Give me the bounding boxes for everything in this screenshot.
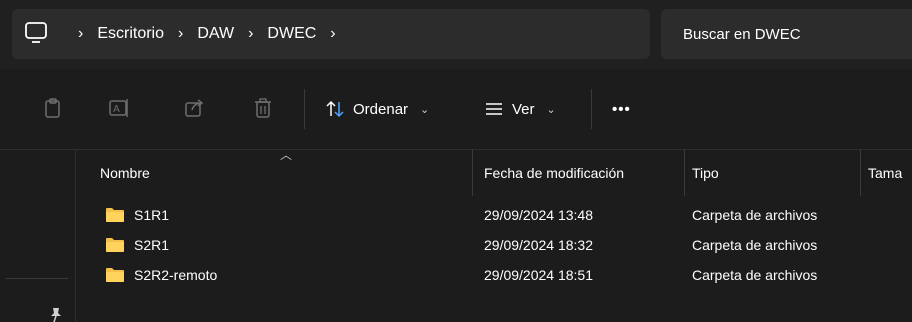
- toolbar-divider: [591, 89, 592, 129]
- svg-text:A: A: [113, 104, 120, 115]
- file-list: ︿ Nombre Fecha de modificación Tipo Tama…: [76, 148, 912, 322]
- delete-icon[interactable]: [252, 97, 274, 119]
- view-label: Ver: [512, 100, 535, 118]
- nav-divider: [6, 278, 68, 279]
- sort-icon: [326, 100, 344, 118]
- breadcrumb-item[interactable]: DAW: [185, 25, 246, 43]
- more-options-button[interactable]: •••: [612, 94, 631, 124]
- search-input[interactable]: Buscar en DWEC: [661, 9, 912, 59]
- column-header-row: ︿ Nombre Fecha de modificación Tipo Tama: [76, 148, 912, 196]
- column-separator[interactable]: [472, 150, 473, 196]
- item-name: S2R2-remoto: [134, 267, 218, 283]
- item-type: Carpeta de archivos: [692, 237, 818, 253]
- command-bar: A Ordenar ⌄ Ver ⌄ •••: [0, 69, 912, 150]
- share-icon[interactable]: [183, 97, 205, 119]
- folder-icon: [106, 208, 124, 222]
- pin-icon[interactable]: [48, 306, 64, 322]
- navigation-pane: [0, 150, 76, 322]
- chevron-right-icon[interactable]: ›: [328, 25, 337, 43]
- column-header-modified[interactable]: Fecha de modificación: [484, 150, 624, 196]
- column-separator[interactable]: [860, 150, 861, 196]
- item-name: S1R1: [134, 207, 170, 223]
- breadcrumb: › Escritorio › DAW › DWEC ›: [76, 9, 338, 59]
- sort-button[interactable]: Ordenar ⌄: [325, 94, 429, 124]
- column-separator[interactable]: [684, 150, 685, 196]
- chevron-down-icon: ⌄: [420, 103, 430, 116]
- rename-icon[interactable]: A: [108, 97, 130, 119]
- column-header-size[interactable]: Tama: [868, 150, 902, 196]
- address-bar[interactable]: › Escritorio › DAW › DWEC ›: [12, 9, 650, 59]
- view-button[interactable]: Ver ⌄: [484, 94, 556, 124]
- sort-label: Ordenar: [353, 100, 409, 118]
- list-item[interactable]: S1R1 29/09/2024 13:48 Carpeta de archivo…: [76, 200, 912, 230]
- column-header-type[interactable]: Tipo: [692, 150, 719, 196]
- item-type: Carpeta de archivos: [692, 207, 818, 223]
- item-type: Carpeta de archivos: [692, 267, 818, 283]
- list-item[interactable]: S2R1 29/09/2024 18:32 Carpeta de archivo…: [76, 230, 912, 260]
- column-header-name[interactable]: Nombre: [100, 150, 150, 196]
- folder-icon: [106, 268, 124, 282]
- address-bar-region: › Escritorio › DAW › DWEC › Buscar en DW…: [0, 0, 912, 69]
- item-modified: 29/09/2024 18:51: [484, 267, 593, 283]
- item-name: S2R1: [134, 237, 170, 253]
- pc-icon[interactable]: [24, 19, 50, 49]
- item-modified: 29/09/2024 13:48: [484, 207, 593, 223]
- chevron-right-icon[interactable]: ›: [176, 25, 185, 43]
- view-icon: [486, 103, 502, 115]
- more-icon: •••: [612, 100, 631, 118]
- breadcrumb-item[interactable]: DWEC: [255, 25, 328, 43]
- search-placeholder: Buscar en DWEC: [683, 25, 801, 43]
- breadcrumb-item[interactable]: Escritorio: [85, 25, 176, 43]
- folder-icon: [106, 238, 124, 252]
- toolbar-divider: [304, 89, 305, 129]
- list-item[interactable]: S2R2-remoto 29/09/2024 18:51 Carpeta de …: [76, 260, 912, 290]
- chevron-right-icon[interactable]: ›: [76, 25, 85, 43]
- paste-icon[interactable]: [42, 97, 64, 119]
- sort-ascending-icon: ︿: [280, 148, 293, 162]
- chevron-right-icon[interactable]: ›: [246, 25, 255, 43]
- chevron-down-icon: ⌄: [546, 103, 556, 116]
- item-modified: 29/09/2024 18:32: [484, 237, 593, 253]
